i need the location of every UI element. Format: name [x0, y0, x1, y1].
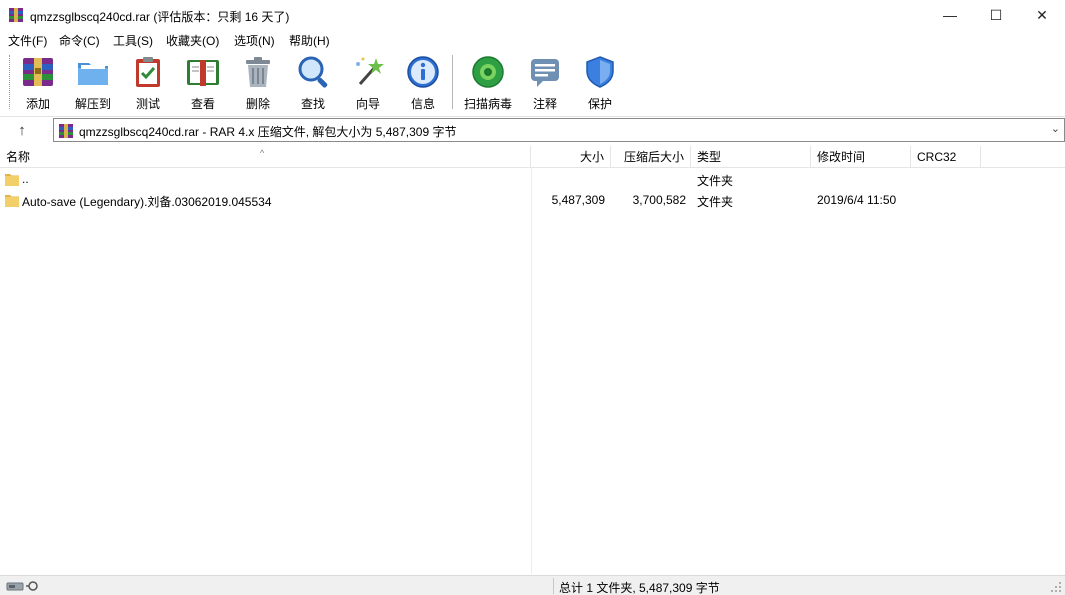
wizard-button[interactable]: 向导 — [341, 54, 395, 112]
virus-scan-icon — [472, 56, 504, 88]
toolbar-separator — [452, 55, 453, 109]
delete-label: 删除 — [245, 97, 270, 111]
chevron-down-icon[interactable]: ⌄ — [1051, 122, 1060, 135]
info-button[interactable]: 信息 — [396, 54, 450, 112]
delete-button[interactable]: 删除 — [231, 54, 285, 112]
comment-button[interactable]: 注释 — [518, 54, 572, 112]
menu-bar: 文件(F) 命令(C) 工具(S) 收藏夹(O) 选项(N) 帮助(H) — [0, 30, 1065, 49]
minimize-button[interactable]: — — [927, 0, 973, 30]
extract-folder-icon — [78, 63, 108, 85]
resize-grip-icon[interactable] — [1050, 581, 1062, 593]
column-packed-size[interactable]: 压缩后大小 — [611, 146, 691, 168]
file-size: 5,487,309 — [551, 193, 605, 207]
magnifier-icon — [298, 56, 328, 88]
menu-tools[interactable]: 工具(S) — [113, 32, 153, 49]
menu-help[interactable]: 帮助(H) — [289, 32, 330, 49]
status-bar: 总计 1 文件夹, 5,487,309 字节 — [0, 575, 1065, 595]
table-row[interactable]: Auto-save (Legendary).刘备.03062019.045534… — [0, 190, 1065, 211]
maximize-button[interactable]: ☐ — [973, 0, 1019, 30]
column-crc32[interactable]: CRC32 — [911, 146, 981, 168]
file-list[interactable]: .. 文件夹 Auto-save (Legendary).刘备.03062019… — [0, 168, 1065, 574]
test-button[interactable]: 测试 — [121, 54, 175, 112]
archive-path-text: qmzzsglbscq240cd.rar - RAR 4.x 压缩文件, 解包大… — [79, 125, 457, 139]
folder-icon — [5, 195, 19, 207]
extract-to-button[interactable]: 解压到 — [66, 54, 120, 112]
close-button[interactable]: ✕ — [1019, 0, 1065, 30]
scan-virus-label: 扫描病毒 — [463, 97, 512, 111]
column-header: 名称 ^ 大小 压缩后大小 类型 修改时间 CRC32 — [0, 146, 1065, 168]
address-bar: ↑ qmzzsglbscq240cd.rar - RAR 4.x 压缩文件, 解… — [0, 117, 1065, 145]
list-divider — [531, 168, 532, 574]
find-button[interactable]: 查找 — [286, 54, 340, 112]
folder-icon — [5, 174, 19, 186]
sort-ascending-icon: ^ — [260, 148, 265, 158]
wizard-wand-icon — [356, 57, 384, 85]
drive-key-icon[interactable] — [6, 579, 42, 593]
add-label: 添加 — [25, 97, 50, 111]
wizard-label: 向导 — [355, 97, 380, 111]
test-label: 测试 — [135, 97, 160, 111]
menu-file[interactable]: 文件(F) — [8, 32, 47, 49]
info-label: 信息 — [410, 97, 435, 111]
toolbar: 添加 解压到 测试 查看 删除 查找 向导 信息 扫描病毒 注释 保护 — [0, 49, 1065, 117]
column-name[interactable]: 名称 ^ — [0, 146, 531, 168]
path-combobox[interactable]: qmzzsglbscq240cd.rar - RAR 4.x 压缩文件, 解包大… — [53, 118, 1065, 142]
winrar-app-icon[interactable] — [8, 7, 24, 23]
view-label: 查看 — [190, 97, 215, 111]
menu-favorites[interactable]: 收藏夹(O) — [166, 32, 219, 49]
table-row-parent[interactable]: .. 文件夹 — [0, 169, 1065, 190]
rar-file-icon — [59, 124, 73, 138]
extract-to-label: 解压到 — [74, 97, 111, 111]
status-summary: 总计 1 文件夹, 5,487,309 字节 — [559, 581, 720, 595]
file-type: 文件夹 — [697, 174, 734, 188]
title-bar: qmzzsglbscq240cd.rar (评估版本：只剩 16 天了) — ☐… — [0, 0, 1065, 30]
up-folder-button[interactable]: ↑ — [10, 120, 34, 142]
window-title: qmzzsglbscq240cd.rar (评估版本：只剩 16 天了) — [30, 10, 290, 24]
view-book-icon — [187, 60, 219, 86]
add-button[interactable]: 添加 — [11, 54, 65, 112]
find-label: 查找 — [300, 97, 325, 111]
status-separator — [553, 578, 554, 594]
menu-options[interactable]: 选项(N) — [234, 32, 275, 49]
file-name: .. — [22, 172, 29, 186]
comment-label: 注释 — [532, 97, 557, 111]
comment-icon — [531, 59, 559, 87]
protect-button[interactable]: 保护 — [573, 54, 627, 112]
file-packed-size: 3,700,582 — [632, 193, 686, 207]
file-type: 文件夹 — [697, 195, 734, 209]
menu-command[interactable]: 命令(C) — [59, 32, 100, 49]
column-name-label: 名称 — [6, 150, 31, 164]
protect-label: 保护 — [587, 97, 612, 111]
info-icon — [407, 56, 439, 88]
test-clipboard-icon — [136, 57, 160, 87]
shield-icon — [586, 56, 614, 88]
file-name: Auto-save (Legendary).刘备.03062019.045534 — [22, 195, 272, 209]
column-type[interactable]: 类型 — [691, 146, 811, 168]
view-button[interactable]: 查看 — [176, 54, 230, 112]
scan-virus-button[interactable]: 扫描病毒 — [461, 54, 515, 112]
add-archive-icon — [23, 58, 53, 86]
trash-icon — [246, 57, 270, 87]
file-modified: 2019/6/4 11:50 — [817, 193, 897, 207]
column-modified[interactable]: 修改时间 — [811, 146, 911, 168]
column-size[interactable]: 大小 — [531, 146, 611, 168]
